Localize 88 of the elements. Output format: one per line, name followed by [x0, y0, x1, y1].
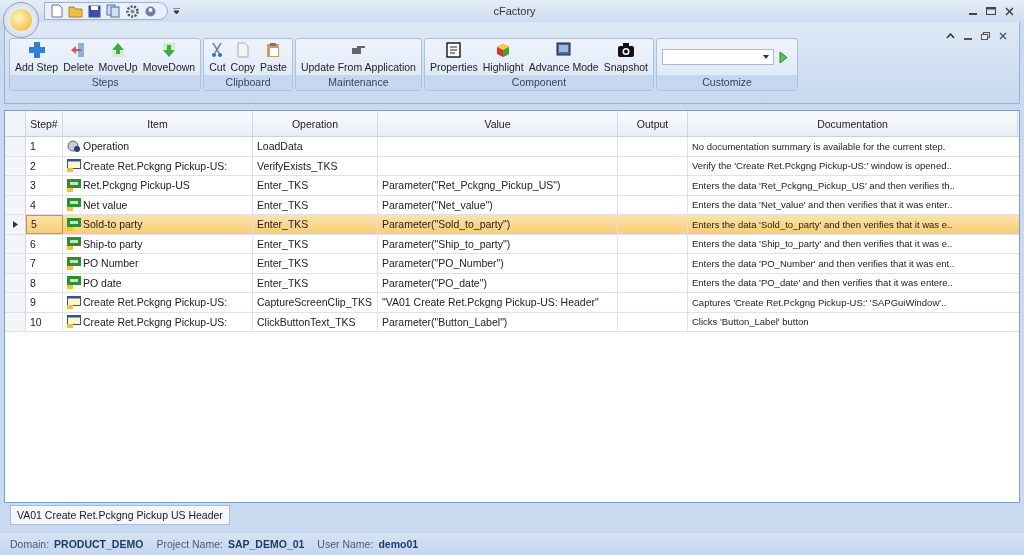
table-cell: Enter_TKS [257, 276, 309, 289]
group-label: Clipboard [204, 75, 292, 90]
ribbon-button[interactable]: Add Step [13, 41, 61, 73]
ribbon-button[interactable]: MoveUp [96, 41, 140, 73]
table-cell: Parameter("Ship_to_party") [382, 237, 511, 250]
table-cell: Parameter("Sold_to_party") [382, 218, 511, 231]
ribbon-button[interactable]: Highlight [480, 41, 526, 73]
status-value: demo01 [378, 538, 419, 550]
table-cell: 1 [30, 140, 36, 153]
table-cell: LoadData [257, 140, 303, 153]
table-cell: VerifyExists_TKS [257, 159, 338, 172]
table-cell: Captures 'Create Ret.Pckgng Pickup-US:' 'SAPGuiWindow'.. [692, 296, 947, 308]
table-cell: Net value [83, 198, 128, 211]
table-cell: Enters the data 'Sold_to_party' and then verifies that it was e.. [692, 218, 953, 230]
table-cell: Parameter("Ret_Pckgng_Pickup_US") [382, 179, 561, 192]
group-label: Component [424, 75, 654, 90]
group-label: Customize [657, 75, 798, 90]
status-label: Domain: [10, 538, 50, 550]
column-header[interactable]: Step# [26, 111, 63, 136]
table-row[interactable]: 9 Create Ret.Pckgng Pickup-US: CaptureScreenClip_TKS "VA01 Create Ret.Pckgng Pickup-US: Header" Captures 'Create Ret.Pckgng Pickup-US:' 'SAPGuiWindow'.. [5, 293, 1019, 313]
table-row[interactable]: 2 Create Ret.Pckgng Pickup-US: VerifyExists_TKS Verify the 'Create Ret.Pckgng Pickup-US:' window is opened.. [5, 156, 1019, 176]
table-cell: Enter_TKS [257, 198, 309, 211]
table-cell: No documentation summary is available for the current step. [692, 140, 946, 152]
ribbon-button[interactable]: Delete [61, 41, 96, 73]
group-label: Maintenance [295, 75, 421, 90]
table-row[interactable]: 3 Ret.Pckgng Pickup-US Enter_TKS Parameter("Ret_Pckgng_Pickup_US") Enters the data 'Ret_Pckgng_Pickup_US' and then verifies th.. [5, 176, 1019, 196]
table-cell: Verify the 'Create Ret.Pckgng Pickup-US:' window is opened.. [692, 160, 952, 172]
column-header[interactable]: Documentation [688, 111, 1018, 136]
ribbon-button[interactable]: Update From Application [298, 41, 418, 73]
window-title: cFactory [492, 5, 537, 17]
table-cell: PO Number [83, 257, 139, 270]
table-cell: 6 [30, 237, 36, 250]
table-cell: Parameter("Button_Label") [382, 315, 508, 328]
table-cell: 7 [30, 257, 36, 270]
status-value: PRODUCT_DEMO [54, 538, 144, 550]
table-cell: Enter_TKS [257, 257, 309, 270]
table-cell: 3 [30, 179, 36, 192]
table-row[interactable]: 7 PO Number Enter_TKS Parameter("PO_Number") Enters the data 'PO_Number' and then verifies that it was ent.. [5, 254, 1019, 274]
table-cell: Create Ret.Pckgng Pickup-US: [83, 315, 228, 328]
ribbon-button[interactable]: Properties [427, 41, 480, 73]
table-row[interactable]: 6 Ship-to party Enter_TKS Parameter("Ship_to_party") Enters the data 'Ship_to_party' and then verifies that it was e.. [5, 234, 1019, 254]
status-value: SAP_DEMO_01 [227, 538, 305, 550]
table-cell: Enters the data 'Net_value' and then verifies that it was enter.. [692, 199, 953, 211]
table-cell: Parameter("PO_date") [382, 276, 487, 289]
group-label: Steps [10, 75, 201, 90]
table-cell: ClickButtonText_TKS [257, 315, 356, 328]
ribbon-button[interactable]: Snapshot [601, 41, 651, 73]
table-row[interactable]: 8 PO date Enter_TKS Parameter("PO_date") Enters the data 'PO_date' and then verifies that it was entere.. [5, 273, 1019, 293]
table-cell: CaptureScreenClip_TKS [257, 296, 372, 309]
column-header[interactable]: Item [63, 111, 253, 136]
table-row[interactable]: 5 Sold-to party Enter_TKS Parameter("Sold_to_party") Enters the data 'Sold_to_party' and then verifies that it was e.. [5, 215, 1019, 235]
table-cell: Ship-to party [83, 237, 143, 250]
ribbon-button[interactable]: Cut [207, 41, 228, 73]
table-cell: Create Ret.Pckgng Pickup-US: [83, 159, 228, 172]
status-label: User Name: [317, 538, 374, 550]
table-cell: Operation [83, 140, 130, 153]
table-cell: Enters the data 'PO_date' and then verifies that it was entere.. [692, 277, 953, 289]
document-tab[interactable]: VA01 Create Ret.Pckgng Pickup US Header [10, 505, 230, 525]
status-label: Project Name: [156, 538, 223, 550]
table-row[interactable]: 1 Operation LoadData No documentation summary is available for the current step. [5, 137, 1019, 157]
table-cell: 5 [31, 218, 37, 231]
table-cell: Parameter("PO_Number") [382, 257, 504, 270]
table-cell: Enters the data 'Ret_Pckgng_Pickup_US' and then verifies th.. [692, 179, 955, 191]
ribbon-button[interactable]: Advance Mode [526, 41, 601, 73]
table-cell: Enters the data 'PO_Number' and then verifies that it was ent.. [692, 257, 955, 269]
column-header[interactable]: Value [378, 111, 618, 136]
table-cell: Clicks 'Button_Label' button [692, 316, 809, 328]
table-cell: Create Ret.Pckgng Pickup-US: [83, 296, 228, 309]
ribbon-button[interactable]: Copy [228, 41, 258, 73]
table-cell: 4 [30, 198, 36, 211]
column-header[interactable]: Operation [253, 111, 378, 136]
table-cell: 10 [30, 315, 42, 328]
table-cell: 9 [30, 296, 36, 309]
column-header[interactable]: Output [618, 111, 688, 136]
ribbon-button[interactable]: Paste [258, 41, 289, 73]
table-cell: Enters the data 'Ship_to_party' and then verifies that it was e.. [692, 238, 953, 250]
table-cell: Ret.Pckgng Pickup-US [83, 179, 190, 192]
ribbon-button[interactable]: MoveDown [140, 41, 198, 73]
table-cell: PO date [83, 276, 122, 289]
table-cell: "VA01 Create Ret.Pckgng Pickup-US: Header" [382, 296, 599, 309]
table-cell: 2 [30, 159, 36, 172]
table-cell: Sold-to party [83, 218, 143, 231]
table-cell: Enter_TKS [257, 237, 309, 250]
table-cell: Enter_TKS [257, 179, 309, 192]
table-row[interactable]: 10 Create Ret.Pckgng Pickup-US: ClickButtonText_TKS Parameter("Button_Label") Clicks 'Button_Label' button [5, 312, 1019, 332]
table-cell: Enter_TKS [257, 218, 309, 231]
table-cell: Parameter("Net_value") [382, 198, 493, 211]
table-cell: 8 [30, 276, 36, 289]
